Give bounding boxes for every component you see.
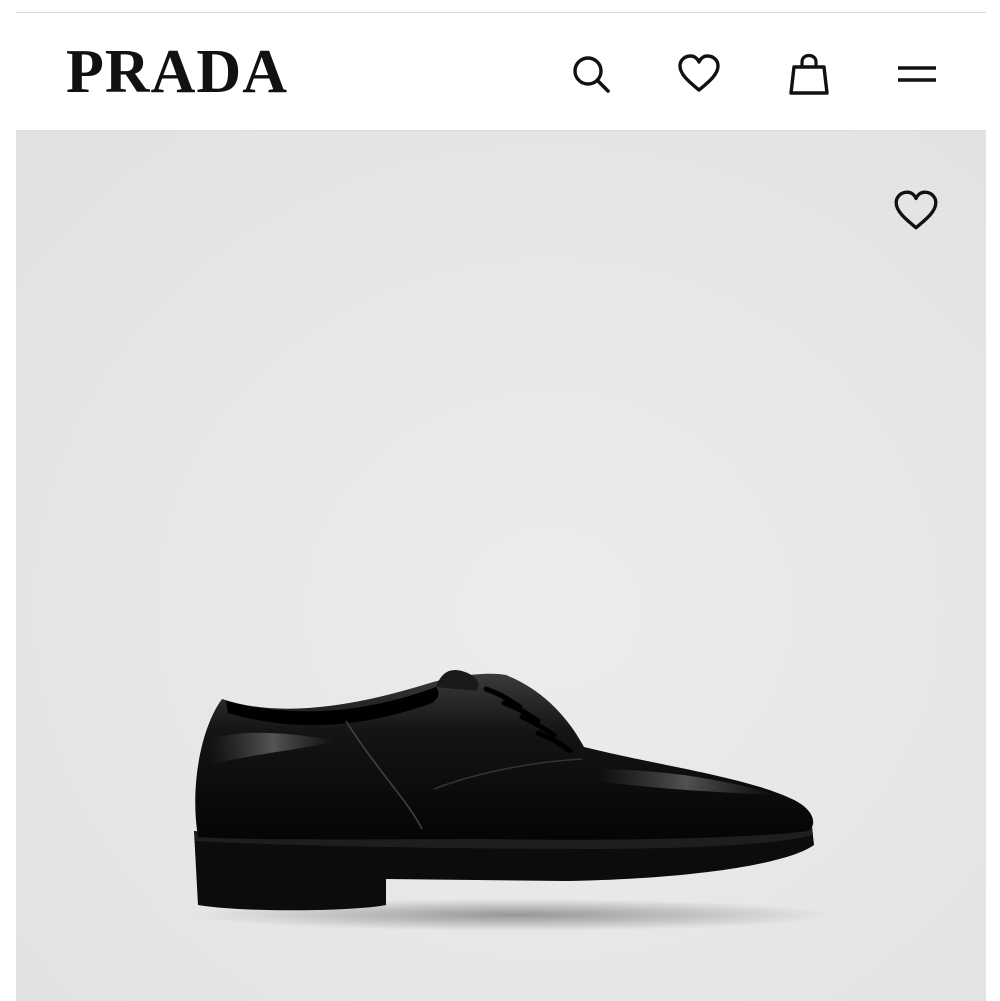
search-button[interactable] — [568, 51, 614, 97]
heart-icon — [678, 54, 720, 92]
app-frame: PRADA — [16, 12, 986, 1001]
product-wishlist-button[interactable] — [892, 187, 940, 235]
site-header: PRADA — [16, 13, 986, 131]
menu-button[interactable] — [894, 51, 940, 97]
heart-icon — [894, 190, 938, 230]
menu-icon — [898, 66, 936, 82]
search-icon — [573, 56, 610, 93]
shopping-bag-icon — [789, 53, 829, 95]
wishlist-button[interactable] — [676, 51, 722, 97]
shopping-bag-button[interactable] — [786, 51, 832, 97]
brand-logo[interactable]: PRADA — [66, 41, 288, 103]
product-hero — [16, 131, 986, 1001]
product-image-derby-shoe[interactable] — [186, 669, 826, 939]
